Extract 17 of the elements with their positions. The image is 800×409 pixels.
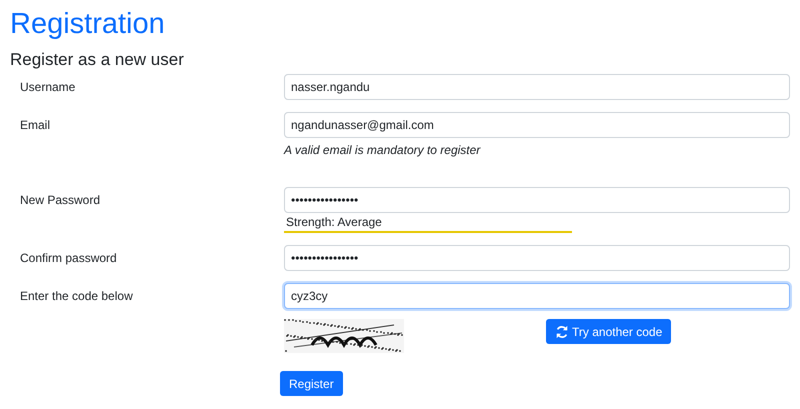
register-button[interactable]: Register bbox=[280, 371, 343, 396]
strength-label: Strength: Average bbox=[285, 215, 382, 229]
field-hint: A valid email is mandatory to register bbox=[284, 143, 480, 157]
field-label: New Password bbox=[19, 192, 102, 209]
input-field[interactable]: cyz3cy bbox=[284, 283, 790, 309]
input-field[interactable]: nasser.ngandu bbox=[284, 74, 790, 100]
field-label: Username bbox=[19, 79, 76, 96]
input-field[interactable]: •••••••••••••••• bbox=[284, 187, 790, 213]
page-subtitle: Register as a new user bbox=[10, 50, 185, 70]
field-label: Enter the code below bbox=[19, 288, 134, 305]
field-label: Email bbox=[19, 117, 52, 134]
refresh-icon bbox=[555, 324, 569, 338]
input-field[interactable]: ngandunasser@gmail.com bbox=[284, 112, 790, 138]
input-field[interactable]: •••••••••••••••• bbox=[284, 245, 790, 271]
try-another-code-button[interactable]: Try another code bbox=[546, 319, 672, 344]
field-label: Confirm password bbox=[19, 250, 118, 267]
page-title: Registration bbox=[10, 7, 166, 42]
